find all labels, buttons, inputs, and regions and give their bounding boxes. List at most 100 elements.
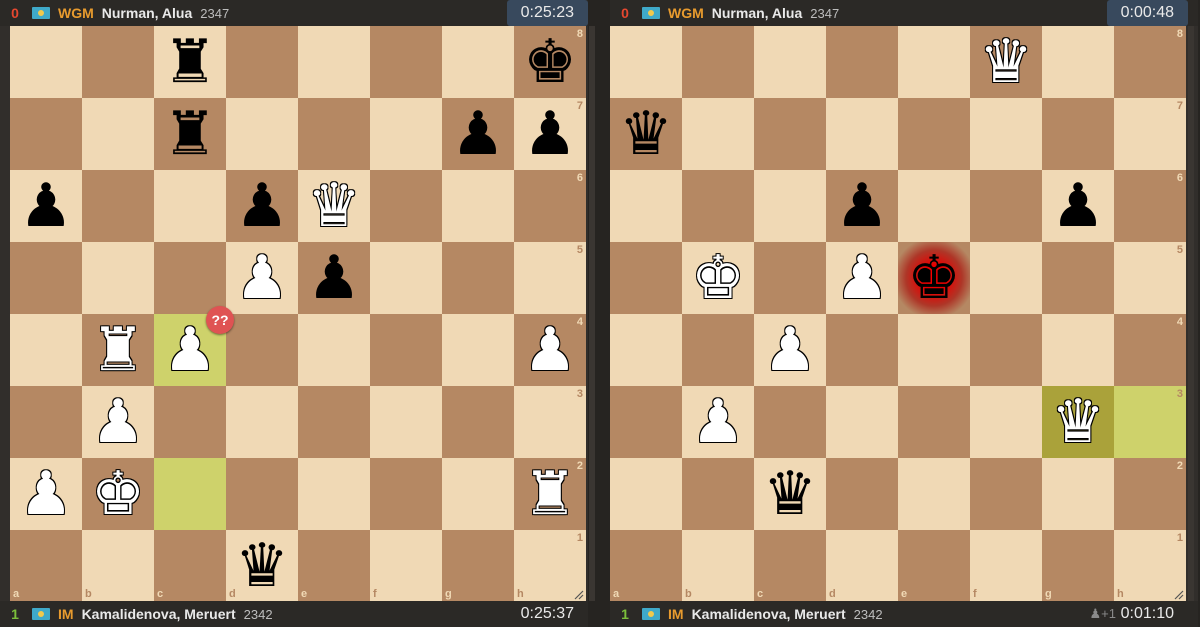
- right-scrollbar[interactable]: [1188, 26, 1194, 601]
- white-pawn-icon[interactable]: ♟: [514, 314, 586, 386]
- square-f2[interactable]: [370, 458, 442, 530]
- square-e8[interactable]: [298, 26, 370, 98]
- black-king-icon[interactable]: ♚: [514, 26, 586, 98]
- square-g4[interactable]: [1042, 314, 1114, 386]
- white-king-icon[interactable]: ♚: [682, 242, 754, 314]
- white-pawn-icon[interactable]: ♟: [682, 386, 754, 458]
- black-pawn-icon[interactable]: ♟: [442, 98, 514, 170]
- resize-handle-icon[interactable]: [1174, 590, 1184, 600]
- white-rook-icon[interactable]: ♜: [514, 458, 586, 530]
- square-h5[interactable]: [1114, 242, 1186, 314]
- square-b7[interactable]: [82, 98, 154, 170]
- black-queen-icon[interactable]: ♛: [610, 98, 682, 170]
- square-c5[interactable]: [154, 242, 226, 314]
- player-name[interactable]: Kamalidenova, Meruert: [692, 606, 846, 622]
- square-a5[interactable]: [610, 242, 682, 314]
- square-b1[interactable]: [682, 530, 754, 602]
- square-d8[interactable]: [826, 26, 898, 98]
- square-a5[interactable]: [10, 242, 82, 314]
- square-d4[interactable]: [226, 314, 298, 386]
- square-d7[interactable]: [226, 98, 298, 170]
- square-a2[interactable]: [610, 458, 682, 530]
- square-g3[interactable]: [442, 386, 514, 458]
- white-pawn-icon[interactable]: ♟: [226, 242, 298, 314]
- square-a4[interactable]: [610, 314, 682, 386]
- square-f5[interactable]: [370, 242, 442, 314]
- square-b1[interactable]: [82, 530, 154, 602]
- square-a6[interactable]: [610, 170, 682, 242]
- square-b8[interactable]: [82, 26, 154, 98]
- square-c8[interactable]: [754, 26, 826, 98]
- white-pawn-icon[interactable]: ♟: [754, 314, 826, 386]
- square-c6[interactable]: [754, 170, 826, 242]
- square-f1[interactable]: [970, 530, 1042, 602]
- black-rook-icon[interactable]: ♜: [154, 98, 226, 170]
- square-g8[interactable]: [442, 26, 514, 98]
- square-e7[interactable]: [298, 98, 370, 170]
- square-c1[interactable]: [754, 530, 826, 602]
- square-b6[interactable]: [682, 170, 754, 242]
- square-f8[interactable]: [370, 26, 442, 98]
- chess-board[interactable]: 8 7 6 5 4 3 2 a b c d e f g 1 h ♛ ♛ ♟ ♟ ♚ ♟ ♚ ♟ ♟ ♛ ♛: [610, 26, 1186, 602]
- square-f3[interactable]: [970, 386, 1042, 458]
- square-a8[interactable]: [10, 26, 82, 98]
- square-a1[interactable]: [10, 530, 82, 602]
- black-pawn-icon[interactable]: ♟: [514, 98, 586, 170]
- square-b7[interactable]: [682, 98, 754, 170]
- square-h7[interactable]: [1114, 98, 1186, 170]
- square-f5[interactable]: [970, 242, 1042, 314]
- white-rook-icon[interactable]: ♜: [82, 314, 154, 386]
- square-h5[interactable]: [514, 242, 586, 314]
- square-c7[interactable]: [754, 98, 826, 170]
- square-g8[interactable]: [1042, 26, 1114, 98]
- square-g4[interactable]: [442, 314, 514, 386]
- white-queen-icon[interactable]: ♛: [970, 26, 1042, 98]
- player-name[interactable]: Nurman, Alua: [102, 5, 193, 21]
- white-pawn-icon[interactable]: ♟: [82, 386, 154, 458]
- square-b5[interactable]: [82, 242, 154, 314]
- player-name[interactable]: Kamalidenova, Meruert: [82, 606, 236, 622]
- square-f7[interactable]: [370, 98, 442, 170]
- black-pawn-icon[interactable]: ♟: [1042, 170, 1114, 242]
- square-h6[interactable]: [514, 170, 586, 242]
- square-g6[interactable]: [442, 170, 514, 242]
- divider-scrollbar[interactable]: [589, 26, 595, 601]
- black-king-icon[interactable]: ♚: [898, 242, 970, 314]
- square-a1[interactable]: [610, 530, 682, 602]
- square-h3[interactable]: [514, 386, 586, 458]
- square-f6[interactable]: [370, 170, 442, 242]
- square-d8[interactable]: [226, 26, 298, 98]
- square-f7[interactable]: [970, 98, 1042, 170]
- white-king-icon[interactable]: ♚: [82, 458, 154, 530]
- white-pawn-icon[interactable]: ♟: [826, 242, 898, 314]
- square-e8[interactable]: [898, 26, 970, 98]
- square-f1[interactable]: [370, 530, 442, 602]
- white-pawn-icon[interactable]: ♟: [10, 458, 82, 530]
- resize-handle-icon[interactable]: [574, 590, 584, 600]
- square-f4[interactable]: [970, 314, 1042, 386]
- square-d7[interactable]: [826, 98, 898, 170]
- white-queen-icon[interactable]: ♛: [1042, 386, 1114, 458]
- square-g2[interactable]: [1042, 458, 1114, 530]
- square-a8[interactable]: [610, 26, 682, 98]
- square-g1[interactable]: [442, 530, 514, 602]
- square-h3[interactable]: [1114, 386, 1186, 458]
- square-a4[interactable]: [10, 314, 82, 386]
- square-c1[interactable]: [154, 530, 226, 602]
- square-d2[interactable]: [826, 458, 898, 530]
- square-h2[interactable]: [1114, 458, 1186, 530]
- square-e3[interactable]: [898, 386, 970, 458]
- square-a7[interactable]: [10, 98, 82, 170]
- player-name[interactable]: Nurman, Alua: [712, 5, 803, 21]
- square-b2[interactable]: [682, 458, 754, 530]
- square-c2[interactable]: [154, 458, 226, 530]
- square-b8[interactable]: [682, 26, 754, 98]
- square-d1[interactable]: [826, 530, 898, 602]
- black-pawn-icon[interactable]: ♟: [826, 170, 898, 242]
- square-h6[interactable]: [1114, 170, 1186, 242]
- square-e3[interactable]: [298, 386, 370, 458]
- square-a3[interactable]: [10, 386, 82, 458]
- square-e2[interactable]: [298, 458, 370, 530]
- square-f6[interactable]: [970, 170, 1042, 242]
- square-h8[interactable]: [1114, 26, 1186, 98]
